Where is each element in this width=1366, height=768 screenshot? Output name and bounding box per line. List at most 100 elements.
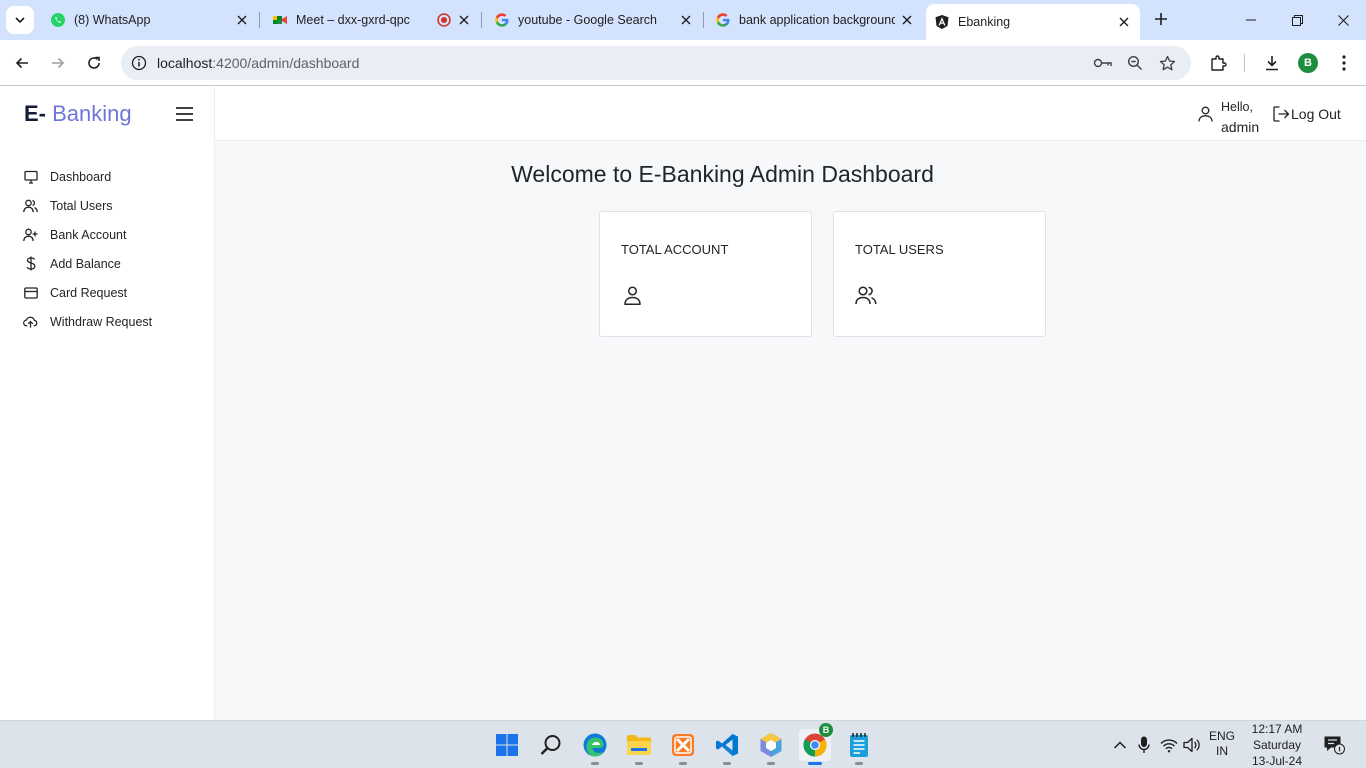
browser-tab-meet[interactable]: Meet – dxx-gxrd-qpc bbox=[268, 4, 478, 36]
user-icon bbox=[1196, 105, 1214, 123]
app-header: Hello, admin Log Out bbox=[215, 87, 1366, 141]
sidebar-item-add-balance[interactable]: Add Balance bbox=[0, 249, 214, 278]
taskbar-app-hexagon[interactable] bbox=[755, 729, 787, 765]
bookmark-star-icon[interactable] bbox=[1157, 53, 1177, 73]
system-clock[interactable]: 12:17 AM Saturday 13-Jul-24 bbox=[1248, 721, 1306, 768]
forward-button[interactable] bbox=[44, 49, 72, 77]
region-code: IN bbox=[1216, 744, 1228, 758]
password-key-icon[interactable] bbox=[1093, 53, 1113, 73]
total-account-card[interactable]: TOTAL ACCOUNT bbox=[599, 211, 812, 337]
card-title: TOTAL USERS bbox=[855, 242, 944, 257]
monitor-icon bbox=[23, 169, 38, 184]
logout-icon bbox=[1272, 105, 1290, 123]
taskbar-xampp[interactable] bbox=[667, 729, 699, 765]
vscode-icon bbox=[716, 734, 738, 756]
users-icon bbox=[23, 198, 38, 213]
start-button[interactable] bbox=[491, 729, 523, 761]
taskbar-file-explorer[interactable] bbox=[623, 729, 655, 765]
close-icon[interactable] bbox=[1116, 14, 1132, 30]
microphone-icon[interactable] bbox=[1134, 735, 1154, 755]
angular-icon bbox=[934, 14, 950, 30]
page-title: Welcome to E-Banking Admin Dashboard bbox=[511, 161, 934, 187]
address-bar[interactable]: localhost:4200/admin/dashboard bbox=[121, 46, 1191, 80]
sidebar-item-label: Card Request bbox=[50, 285, 128, 300]
folder-icon bbox=[627, 735, 651, 755]
browser-tab-whatsapp[interactable]: (8) WhatsApp bbox=[46, 4, 256, 36]
windows-taskbar: B ENG IN 12:17 AM Saturday 13-Jul-24 bbox=[0, 720, 1366, 768]
download-icon[interactable] bbox=[1260, 51, 1284, 75]
running-indicator bbox=[679, 762, 687, 765]
taskbar-search[interactable] bbox=[535, 729, 567, 761]
site-info-icon[interactable] bbox=[129, 53, 149, 73]
brand-logo[interactable]: E- Banking bbox=[24, 101, 132, 127]
back-button[interactable] bbox=[8, 49, 36, 77]
tab-title: bank application background bbox=[739, 13, 895, 27]
taskbar-chrome[interactable]: B bbox=[799, 723, 833, 765]
taskbar-vscode[interactable] bbox=[711, 729, 743, 765]
card-title: TOTAL ACCOUNT bbox=[621, 242, 729, 257]
brand-suffix: Banking bbox=[52, 101, 132, 126]
user-icon bbox=[621, 284, 643, 306]
url-host: localhost bbox=[157, 55, 213, 71]
taskbar-notepad[interactable] bbox=[843, 729, 875, 765]
sidebar-item-dashboard[interactable]: Dashboard bbox=[0, 162, 214, 191]
hamburger-menu-icon bbox=[175, 107, 193, 121]
show-hidden-icons-button[interactable] bbox=[1110, 735, 1130, 755]
xampp-icon bbox=[672, 734, 694, 756]
tab-title: (8) WhatsApp bbox=[74, 13, 151, 27]
close-icon[interactable] bbox=[899, 12, 915, 28]
close-icon[interactable] bbox=[678, 12, 694, 28]
logout-button[interactable]: Log Out bbox=[1272, 105, 1341, 123]
tab-title: youtube - Google Search bbox=[518, 13, 657, 27]
app-page: E- Banking Dashboard Total Users Bank Ac… bbox=[0, 87, 1366, 720]
browser-tab-bank-background[interactable]: bank application background bbox=[711, 4, 921, 36]
running-indicator bbox=[767, 762, 775, 765]
tab-search-button[interactable] bbox=[6, 6, 34, 34]
greeting-text: Hello, bbox=[1221, 100, 1253, 114]
close-icon[interactable] bbox=[456, 12, 472, 28]
edge-icon bbox=[583, 733, 607, 757]
running-indicator bbox=[591, 762, 599, 765]
minimize-button[interactable] bbox=[1228, 0, 1274, 40]
sidebar-toggle-button[interactable] bbox=[174, 104, 194, 124]
profile-avatar[interactable]: B bbox=[1298, 53, 1318, 73]
language-indicator[interactable]: ENG IN bbox=[1209, 729, 1235, 759]
sidebar-item-withdraw-request[interactable]: Withdraw Request bbox=[0, 307, 214, 336]
notepad-icon bbox=[850, 733, 868, 757]
taskbar-edge[interactable] bbox=[579, 729, 611, 765]
more-menu-icon[interactable] bbox=[1332, 51, 1356, 75]
sidebar: E- Banking Dashboard Total Users Bank Ac… bbox=[0, 87, 215, 720]
clock-time: 12:17 AM bbox=[1251, 722, 1303, 736]
url-text: localhost:4200/admin/dashboard bbox=[157, 55, 359, 71]
browser-tab-ebanking[interactable]: Ebanking bbox=[926, 4, 1140, 40]
sidebar-item-bank-account[interactable]: Bank Account bbox=[0, 220, 214, 249]
reload-button[interactable] bbox=[80, 49, 108, 77]
minimize-icon bbox=[1246, 19, 1256, 21]
new-tab-button[interactable] bbox=[1150, 8, 1172, 30]
cloud-upload-icon bbox=[23, 314, 38, 329]
tab-separator bbox=[481, 12, 482, 28]
sidebar-item-label: Total Users bbox=[50, 198, 113, 213]
close-icon[interactable] bbox=[234, 12, 250, 28]
volume-icon[interactable] bbox=[1182, 735, 1202, 755]
network-icon[interactable] bbox=[1159, 735, 1179, 755]
tab-title: Ebanking bbox=[958, 15, 1011, 29]
whatsapp-icon bbox=[50, 12, 66, 28]
windows-logo-icon bbox=[496, 734, 518, 756]
total-users-card[interactable]: TOTAL USERS bbox=[833, 211, 1046, 337]
close-window-button[interactable] bbox=[1320, 0, 1366, 40]
language-code: ENG bbox=[1209, 729, 1236, 743]
notification-center-icon[interactable] bbox=[1322, 733, 1346, 757]
tab-separator bbox=[259, 12, 260, 28]
zoom-icon[interactable] bbox=[1125, 53, 1145, 73]
extensions-icon[interactable] bbox=[1206, 51, 1230, 75]
sidebar-item-total-users[interactable]: Total Users bbox=[0, 191, 214, 220]
sidebar-item-card-request[interactable]: Card Request bbox=[0, 278, 214, 307]
sidebar-item-label: Bank Account bbox=[50, 227, 127, 242]
running-indicator bbox=[808, 762, 822, 765]
search-icon bbox=[540, 735, 561, 755]
restore-button[interactable] bbox=[1274, 0, 1320, 40]
reload-icon bbox=[88, 56, 100, 69]
sidebar-item-label: Withdraw Request bbox=[50, 314, 153, 329]
browser-tab-youtube-search[interactable]: youtube - Google Search bbox=[490, 4, 700, 36]
